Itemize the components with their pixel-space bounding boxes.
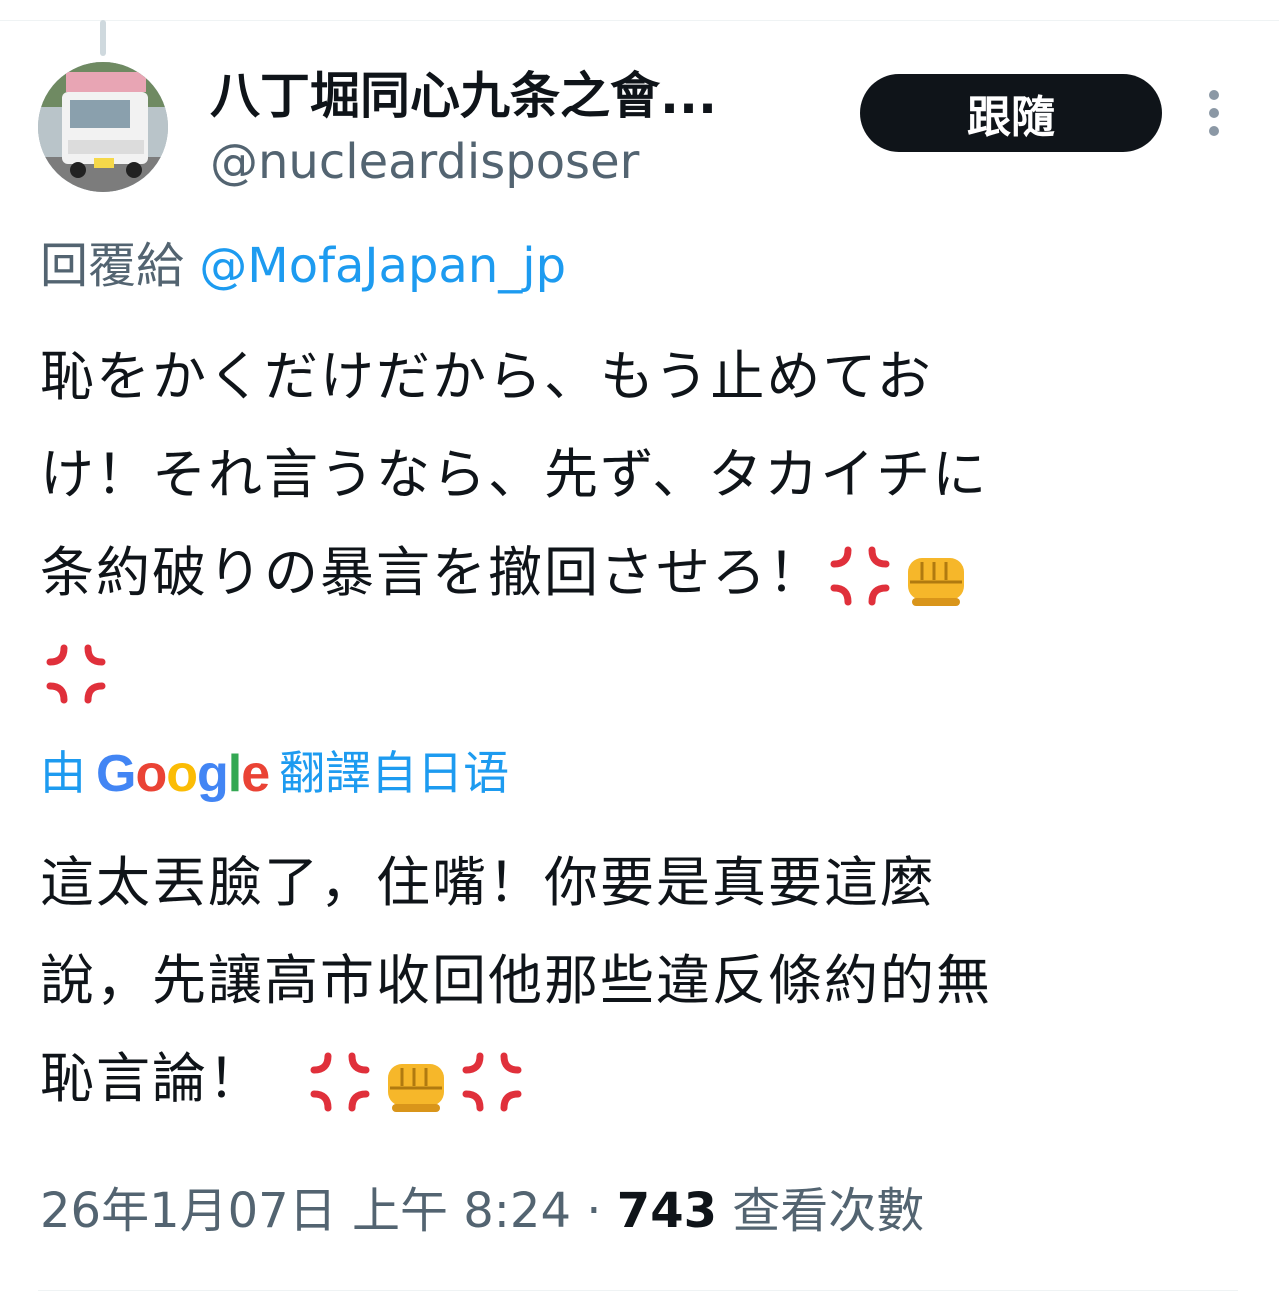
avatar[interactable]: [38, 62, 168, 192]
tweet-text-line-with-emoji: 条約破りの暴言を撤回させろ！: [40, 524, 1220, 622]
oncoming-fist-icon: [380, 1046, 452, 1118]
bottom-divider: [38, 1290, 1238, 1291]
translated-text-line-with-emoji: 恥言論！: [40, 1030, 1220, 1128]
translated-text-line-content: 恥言論！: [40, 1047, 264, 1110]
more-vertical-icon[interactable]: [1196, 88, 1232, 138]
tweet-page: 八丁堀同心九条之會... @nucleardisposer 跟隨 回覆給 @Mo…: [0, 0, 1279, 1305]
tweet-text-line-emoji: [40, 622, 1220, 720]
view-count: 743: [616, 1183, 717, 1239]
google-logo-letter: e: [241, 745, 270, 803]
reply-mention-link[interactable]: @MofaJapan_jp: [199, 238, 566, 294]
google-logo-letter: o: [135, 745, 167, 803]
translated-text-line: 這太丟臉了，住嘴！你要是真要這麼: [40, 851, 936, 914]
oncoming-fist-icon: [900, 540, 972, 612]
reply-context: 回覆給 @MofaJapan_jp: [40, 234, 566, 298]
google-logo-letter: l: [227, 745, 242, 803]
translated-text: 這太丟臉了，住嘴！你要是真要這麼 說，先讓高市收回他那些違反條約的無 恥言論！: [40, 834, 1220, 1128]
google-logo-letter: g: [196, 745, 229, 803]
tweet-meta: 26年1月07日 上午 8:24 · 743 查看次數: [40, 1176, 924, 1246]
avatar-image: [38, 62, 168, 192]
anger-symbol-icon: [304, 1046, 376, 1118]
anger-symbol-icon: [40, 638, 112, 710]
follow-button[interactable]: 跟隨: [860, 74, 1162, 152]
translated-text-line: 說，先讓高市收回他那些違反條約的無: [40, 949, 992, 1012]
google-logo: Google: [96, 739, 270, 809]
anger-symbol-icon: [456, 1046, 528, 1118]
google-logo-letter: G: [96, 745, 136, 803]
reply-prefix: 回覆給: [40, 238, 185, 294]
translate-suffix: 翻譯自日语: [279, 746, 510, 800]
anger-symbol-icon: [824, 540, 896, 612]
translate-attribution[interactable]: 由 Google 翻譯自日语: [40, 738, 509, 809]
tweet-text-line-content: 条約破りの暴言を撤回させろ！: [40, 541, 824, 604]
view-count-label: 查看次數: [732, 1183, 925, 1239]
user-handle[interactable]: @nucleardisposer: [210, 132, 639, 192]
google-logo-letter: o: [166, 745, 198, 803]
meta-separator: ·: [571, 1183, 617, 1239]
top-divider: [0, 20, 1279, 21]
translate-prefix: 由: [40, 746, 86, 800]
tweet-text-line: 恥をかくだけだから、もう止めてお: [40, 345, 933, 408]
display-name[interactable]: 八丁堀同心九条之會...: [210, 66, 717, 126]
tweet-text-line: け！それ言うなら、先ず、タカイチに: [40, 443, 989, 506]
tweet-text: 恥をかくだけだから、もう止めてお け！それ言うなら、先ず、タカイチに 条約破りの…: [40, 328, 1220, 720]
tweet-timestamp[interactable]: 26年1月07日 上午 8:24: [40, 1183, 571, 1239]
thread-connector-line: [100, 20, 106, 56]
